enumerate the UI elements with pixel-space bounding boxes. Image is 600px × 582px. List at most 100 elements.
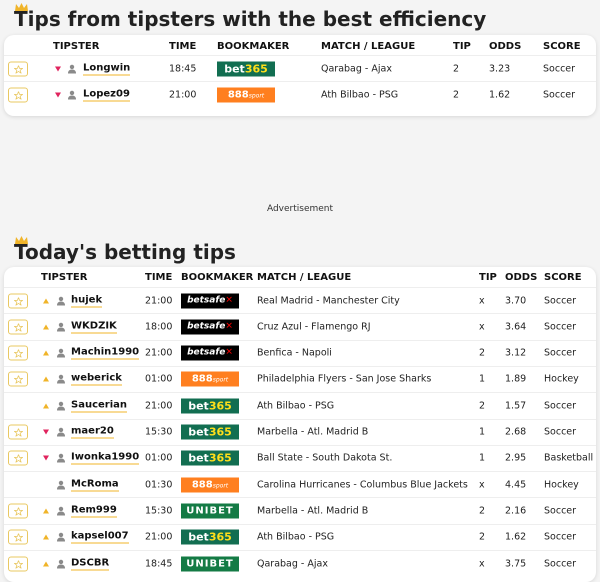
- favorite-button[interactable]: [8, 293, 28, 308]
- bookmaker-logo[interactable]: bet365: [181, 398, 239, 414]
- tipster-name-link[interactable]: McRoma: [71, 478, 119, 492]
- arrow-down-icon: [55, 92, 61, 97]
- match-league[interactable]: Real Madrid - Manchester City: [257, 295, 400, 306]
- tip-value: x: [479, 295, 485, 306]
- header-odds: ODDS: [505, 272, 538, 283]
- sport-label: Soccer: [543, 63, 576, 74]
- header-bookmaker: BOOKMAKER: [217, 41, 290, 52]
- arrow-up-icon: [43, 324, 49, 330]
- header-odds: ODDS: [489, 41, 522, 52]
- favorite-button[interactable]: [8, 424, 28, 440]
- sport-label: Soccer: [544, 558, 577, 569]
- tipster-name-link[interactable]: Machin1990: [71, 347, 140, 360]
- favorite-button[interactable]: [8, 371, 28, 387]
- match-time: 21:00: [145, 531, 173, 543]
- tipster-name-link[interactable]: Saucerian: [71, 399, 128, 413]
- arrow-up-icon: [43, 508, 49, 514]
- bookmaker-logo[interactable]: bet365: [181, 424, 239, 440]
- odds-value: 2.95: [505, 452, 527, 464]
- bookmaker-logo[interactable]: 888sport: [181, 477, 239, 493]
- star-icon: [14, 533, 23, 542]
- star-icon: [14, 428, 23, 437]
- tipster-name-link[interactable]: Lopez09: [83, 88, 130, 101]
- match-league[interactable]: Ath Bilbao - PSG: [321, 89, 398, 100]
- match-league[interactable]: Marbella - Atl. Madrid B: [257, 427, 368, 438]
- tipster-name-link[interactable]: Longwin: [83, 62, 131, 75]
- section-title-today: Today's betting tips: [14, 240, 236, 264]
- sport-label: Soccer: [544, 321, 577, 333]
- header-score: SCORE: [543, 41, 581, 52]
- sport-label: Soccer: [543, 89, 576, 100]
- bookmaker-logo[interactable]: betsafe✕: [181, 293, 239, 308]
- favorite-button[interactable]: [8, 87, 28, 102]
- arrow-down-icon: [43, 429, 49, 435]
- bookmaker-logo[interactable]: betsafe✕: [181, 319, 239, 335]
- table-row[interactable]: WKDZIK 18:00 betsafe✕ Cruz Azul - Flamengo …: [4, 313, 596, 339]
- favorite-button[interactable]: [8, 319, 28, 335]
- match-league[interactable]: Ath Bilbao - PSG: [257, 532, 334, 543]
- match-league[interactable]: Ath Bilbao - PSG: [257, 400, 334, 411]
- table-row[interactable]: Saucerian 21:00 bet365 Ath Bilbao - PSG 2 1.5…: [4, 392, 596, 418]
- bookmaker-logo[interactable]: bet365: [181, 450, 239, 466]
- odds-value: 2.16: [505, 505, 527, 517]
- bookmaker-logo[interactable]: betsafe✕: [181, 345, 239, 361]
- table-row[interactable]: Lopez09 21:00 888sport Ath Bilbao - PSG 2 1.6…: [4, 81, 596, 107]
- odds-value: 1.62: [489, 89, 511, 100]
- tip-value: x: [479, 321, 485, 333]
- user-icon: [57, 427, 65, 437]
- match-league[interactable]: Cruz Azul - Flamengo RJ: [257, 321, 371, 332]
- match-league[interactable]: Qarabag - Ajax: [321, 63, 392, 74]
- favorite-button[interactable]: [8, 503, 28, 519]
- tipster-name-link[interactable]: hujek: [71, 294, 103, 307]
- bookmaker-logo[interactable]: bet365: [181, 529, 239, 545]
- tip-value: 1: [479, 426, 486, 438]
- match-time: 18:45: [169, 63, 197, 74]
- match-league[interactable]: Marbella - Atl. Madrid B: [257, 505, 368, 516]
- tipster-name-link[interactable]: kapsel007: [71, 531, 129, 544]
- table-row[interactable]: hujek 21:00 betsafe✕ Real Madrid - Manchest…: [4, 287, 596, 313]
- table-row[interactable]: Machin1990 21:00 betsafe✕ Benfica - Napoli 2…: [4, 339, 596, 366]
- star-icon: [14, 65, 23, 73]
- tip-value: 1: [479, 452, 486, 464]
- bookmaker-logo[interactable]: UNIBET: [181, 503, 239, 519]
- table-row[interactable]: Longwin 18:45 bet365 Qarabag - Ajax 2 3.23 Soc…: [4, 55, 596, 81]
- header-tipster: TIPSTER: [41, 272, 88, 283]
- odds-value: 1.62: [505, 531, 527, 543]
- table-row[interactable]: weberick 01:00 888sport Philadelphia Flyers…: [4, 365, 596, 392]
- table-row[interactable]: Iwonka1990 01:00 bet365 Ball State - South …: [4, 444, 596, 471]
- table-row[interactable]: Rem999 15:30 UNIBET Marbella - Atl. Madrid …: [4, 497, 596, 523]
- user-icon: [57, 506, 65, 516]
- match-league[interactable]: Philadelphia Flyers - San Jose Sharks: [257, 374, 431, 385]
- bookmaker-logo[interactable]: 888sport: [181, 371, 239, 387]
- match-time: 18:45: [145, 558, 173, 569]
- match-league[interactable]: Benfica - Napoli: [257, 348, 332, 359]
- match-league[interactable]: Carolina Hurricanes - Columbus Blue Jack…: [257, 479, 468, 490]
- header-match: MATCH / LEAGUE: [257, 272, 352, 283]
- favorite-button[interactable]: [8, 345, 28, 361]
- odds-value: 4.45: [505, 479, 527, 491]
- bookmaker-logo[interactable]: bet365: [217, 61, 275, 76]
- table-row[interactable]: maer20 15:30 bet365 Marbella - Atl. Madrid …: [4, 418, 596, 445]
- tip-value: x: [479, 558, 485, 569]
- table-row[interactable]: McRoma 01:30 888sport Carolina Hurricanes -…: [4, 471, 596, 497]
- tipster-name-link[interactable]: Rem999: [71, 504, 117, 518]
- match-league[interactable]: Qarabag - Ajax: [257, 558, 328, 569]
- tipster-name-link[interactable]: DSCBR: [71, 557, 110, 570]
- favorite-button[interactable]: [8, 450, 28, 466]
- sport-label: Soccer: [544, 505, 577, 517]
- tipster-name-link[interactable]: weberick: [71, 373, 122, 386]
- sport-label: Hockey: [544, 479, 579, 491]
- table-row[interactable]: DSCBR 18:45 UNIBET Qarabag - Ajax x 3.75 Socce…: [4, 550, 596, 576]
- table-row[interactable]: kapsel007 21:00 bet365 Ath Bilbao - PSG 2 1.6…: [4, 523, 596, 550]
- favorite-button[interactable]: [8, 529, 28, 545]
- user-icon: [57, 453, 65, 463]
- bookmaker-logo[interactable]: UNIBET: [181, 556, 239, 571]
- match-league[interactable]: Ball State - South Dakota St.: [257, 453, 392, 464]
- favorite-button[interactable]: [8, 61, 28, 76]
- bookmaker-logo[interactable]: 888sport: [217, 87, 275, 102]
- tipster-name-link[interactable]: WKDZIK: [71, 320, 117, 334]
- tipster-name-link[interactable]: maer20: [71, 426, 114, 439]
- tipster-name-link[interactable]: Iwonka1990: [71, 452, 140, 465]
- advertisement-label: Advertisement: [266, 204, 334, 214]
- favorite-button[interactable]: [8, 556, 28, 571]
